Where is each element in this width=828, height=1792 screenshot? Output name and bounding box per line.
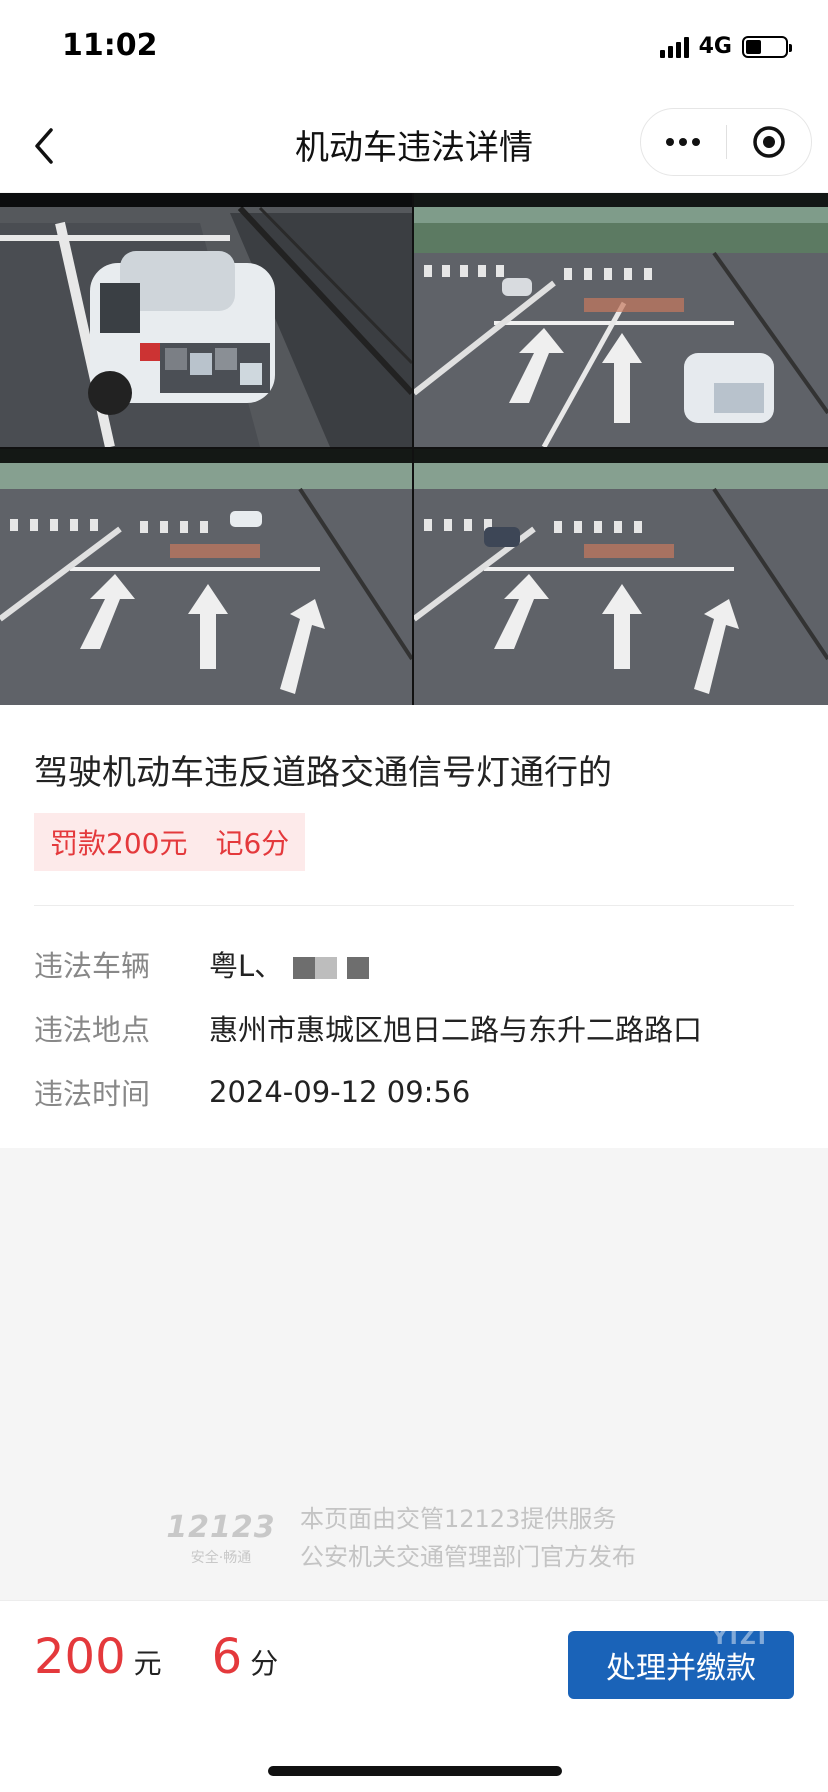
- points-unit: 分: [250, 1647, 279, 1680]
- amount-unit: 元: [133, 1647, 162, 1680]
- plate-mosaic: [293, 957, 316, 979]
- violation-photos[interactable]: [0, 193, 828, 705]
- violation-title: 驾驶机动车违反道路交通信号灯通行的: [34, 753, 612, 793]
- detail-row-vehicle: 违法车辆 粤L、: [34, 943, 370, 985]
- violation-info: 驾驶机动车违反道路交通信号灯通行的 罚款200元 记6分 违法车辆 粤L、 违法…: [0, 705, 828, 1148]
- detail-label: 违法地点: [34, 1013, 151, 1047]
- violation-photo-4[interactable]: [414, 449, 828, 705]
- violation-photo-1[interactable]: [0, 193, 412, 447]
- nav-bar: 机动车违法详情: [0, 100, 828, 192]
- detail-value: 惠州市惠城区旭日二路与东升二路路口: [209, 1013, 703, 1047]
- network-label: 4G: [698, 34, 732, 59]
- detail-label: 违法车辆: [34, 949, 151, 983]
- footer-line-2: 公安机关交通管理部门官方发布: [300, 1543, 636, 1571]
- detail-label: 违法时间: [34, 1077, 151, 1111]
- bottom-action-bar: 200 元 6 分 处理并缴款 YIZI: [0, 1600, 828, 1792]
- fine-label: 罚款200元: [50, 827, 188, 860]
- violation-photo-2[interactable]: [414, 193, 828, 447]
- close-button[interactable]: [727, 109, 812, 175]
- status-time: 11:02: [62, 28, 158, 63]
- violation-photo-3[interactable]: [0, 449, 412, 705]
- target-icon: [753, 126, 785, 158]
- battery-icon: [742, 35, 792, 58]
- footer-brand: 12123 安全·畅通 本页面由交管12123提供服务 公安机关交通管理部门官方…: [166, 1500, 636, 1576]
- status-indicators: 4G: [659, 34, 792, 59]
- vehicle-plate: 粤L、: [209, 943, 370, 985]
- footer-line-1: 本页面由交管12123提供服务: [300, 1505, 617, 1533]
- signal-icon: [659, 36, 689, 58]
- watermark: YIZI: [711, 1625, 768, 1650]
- home-indicator[interactable]: [268, 1766, 562, 1776]
- 12123-logo: 12123 安全·畅通: [166, 1509, 276, 1566]
- points-value: 6: [211, 1629, 243, 1685]
- detail-row-time: 违法时间 2024-09-12 09:56: [34, 1071, 470, 1113]
- detail-row-location: 违法地点 惠州市惠城区旭日二路与东升二路路口: [34, 1007, 702, 1049]
- amount-value: 200: [34, 1629, 126, 1685]
- penalty-tag: 罚款200元 记6分: [34, 813, 306, 871]
- detail-value: 2024-09-12 09:56: [209, 1075, 471, 1109]
- mini-program-capsule: [640, 108, 812, 176]
- status-bar: 11:02 4G: [0, 0, 828, 100]
- more-button[interactable]: [641, 109, 726, 175]
- divider: [34, 905, 794, 906]
- penalty-summary: 200 元 6 分: [34, 1629, 278, 1685]
- points-label: 记6分: [215, 827, 290, 860]
